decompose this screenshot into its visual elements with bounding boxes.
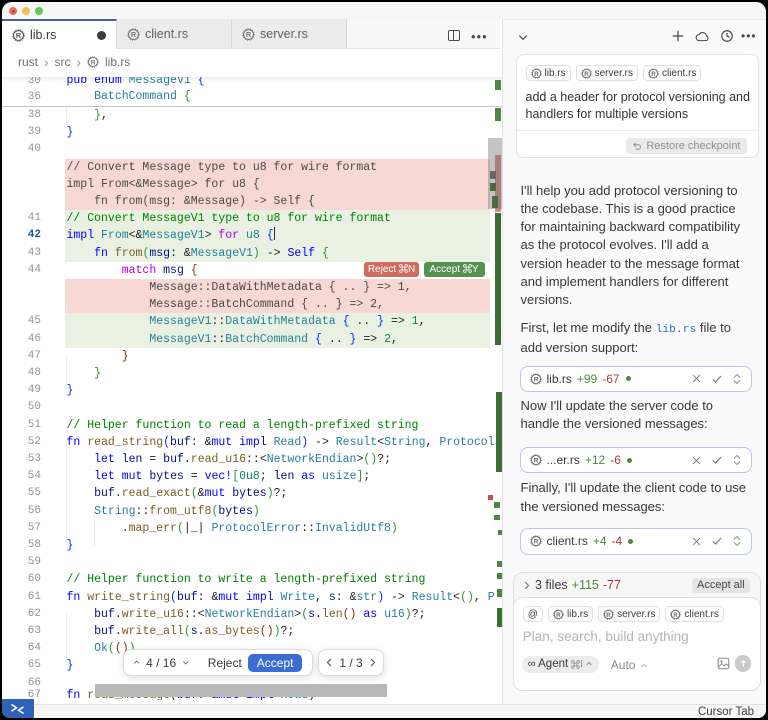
svg-text:R: R xyxy=(674,611,679,618)
svg-text:R: R xyxy=(91,59,96,66)
svg-text:R: R xyxy=(246,30,252,39)
svg-text:R: R xyxy=(584,70,589,77)
svg-text:R: R xyxy=(533,539,538,546)
svg-text:R: R xyxy=(606,611,611,618)
svg-text:R: R xyxy=(534,70,539,77)
svg-text:R: R xyxy=(533,458,538,465)
svg-text:R: R xyxy=(16,31,22,40)
svg-text:R: R xyxy=(556,611,561,618)
svg-text:R: R xyxy=(131,30,137,39)
svg-text:R: R xyxy=(533,376,538,383)
svg-text:R: R xyxy=(651,70,656,77)
